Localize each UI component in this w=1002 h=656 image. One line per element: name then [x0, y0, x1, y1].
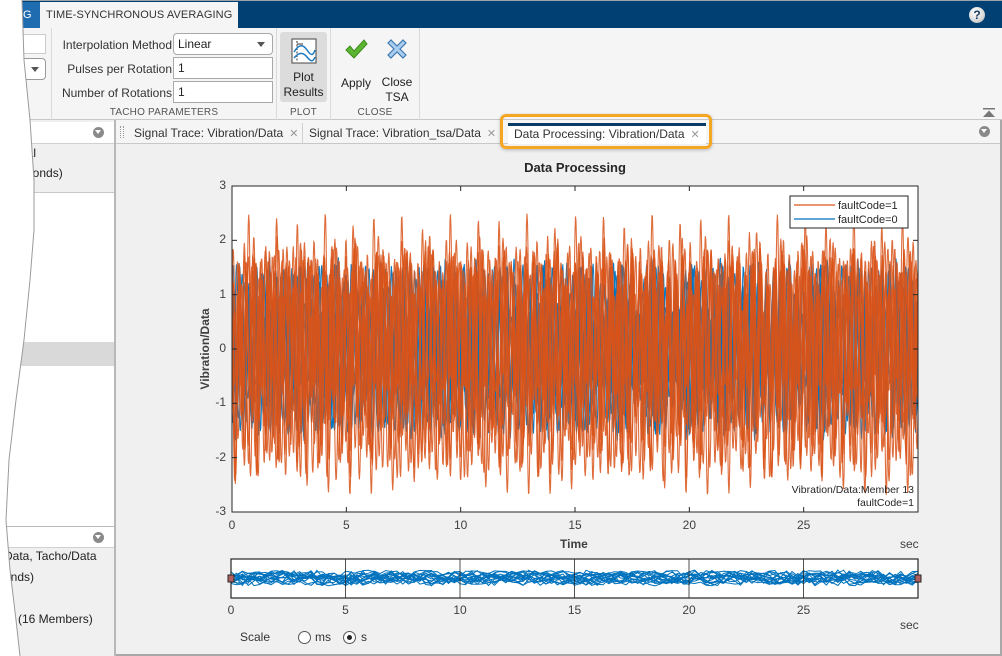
app-window: IG TIME-SYNCHRONOUS AVERAGING ? Interpol… [0, 0, 1002, 656]
x-unit-label: sec [900, 537, 919, 551]
panner-x-unit-label: sec [900, 618, 919, 632]
chart-legend[interactable]: faultCode=1 faultCode=0 [789, 195, 909, 229]
legend-entry: faultCode=1 [838, 200, 898, 212]
scale-s-radio[interactable] [343, 631, 356, 644]
datatip-member-label: Vibration/Data:Member 13 [792, 484, 915, 496]
x-tick-label: 25 [796, 518, 811, 532]
panner-x-tick-label: 20 [682, 603, 696, 617]
y-tick-label: -3 [215, 504, 226, 518]
y-tick-label: 3 [219, 178, 226, 192]
x-tick-label: 20 [682, 518, 696, 532]
x-tick-label: 0 [228, 518, 236, 532]
scale-ms-label: ms [315, 630, 331, 644]
panner-x-tick-label: 15 [567, 603, 582, 617]
datatip-faultcode-label: faultCode=1 [857, 497, 914, 509]
panner-x-tick-label: 25 [796, 603, 811, 617]
y-tick-label: -2 [215, 449, 226, 464]
panner-x-tick-label: 10 [453, 603, 467, 617]
panner-x-tick-label: 0 [227, 603, 235, 617]
x-axis-label: Time [560, 537, 588, 551]
panner-x-tick-label: 5 [342, 603, 349, 617]
scale-label: Scale [240, 630, 271, 644]
panner-right-handle[interactable] [914, 574, 922, 583]
panner-left-handle[interactable] [227, 574, 235, 583]
y-tick-label: 2 [219, 232, 226, 247]
x-tick-label: 10 [453, 518, 468, 532]
main-chart[interactable]: faultCode=1 faultCode=0 Vibration/Data:Mem… [0, 0, 1002, 656]
x-tick-label: 15 [568, 518, 582, 532]
legend-entry: faultCode=0 [838, 214, 898, 226]
scale-ms-radio[interactable] [298, 631, 311, 644]
scale-s-label: s [361, 630, 367, 644]
x-tick-label: 5 [342, 518, 350, 532]
y-axis-label: Vibration/Data [198, 308, 212, 390]
